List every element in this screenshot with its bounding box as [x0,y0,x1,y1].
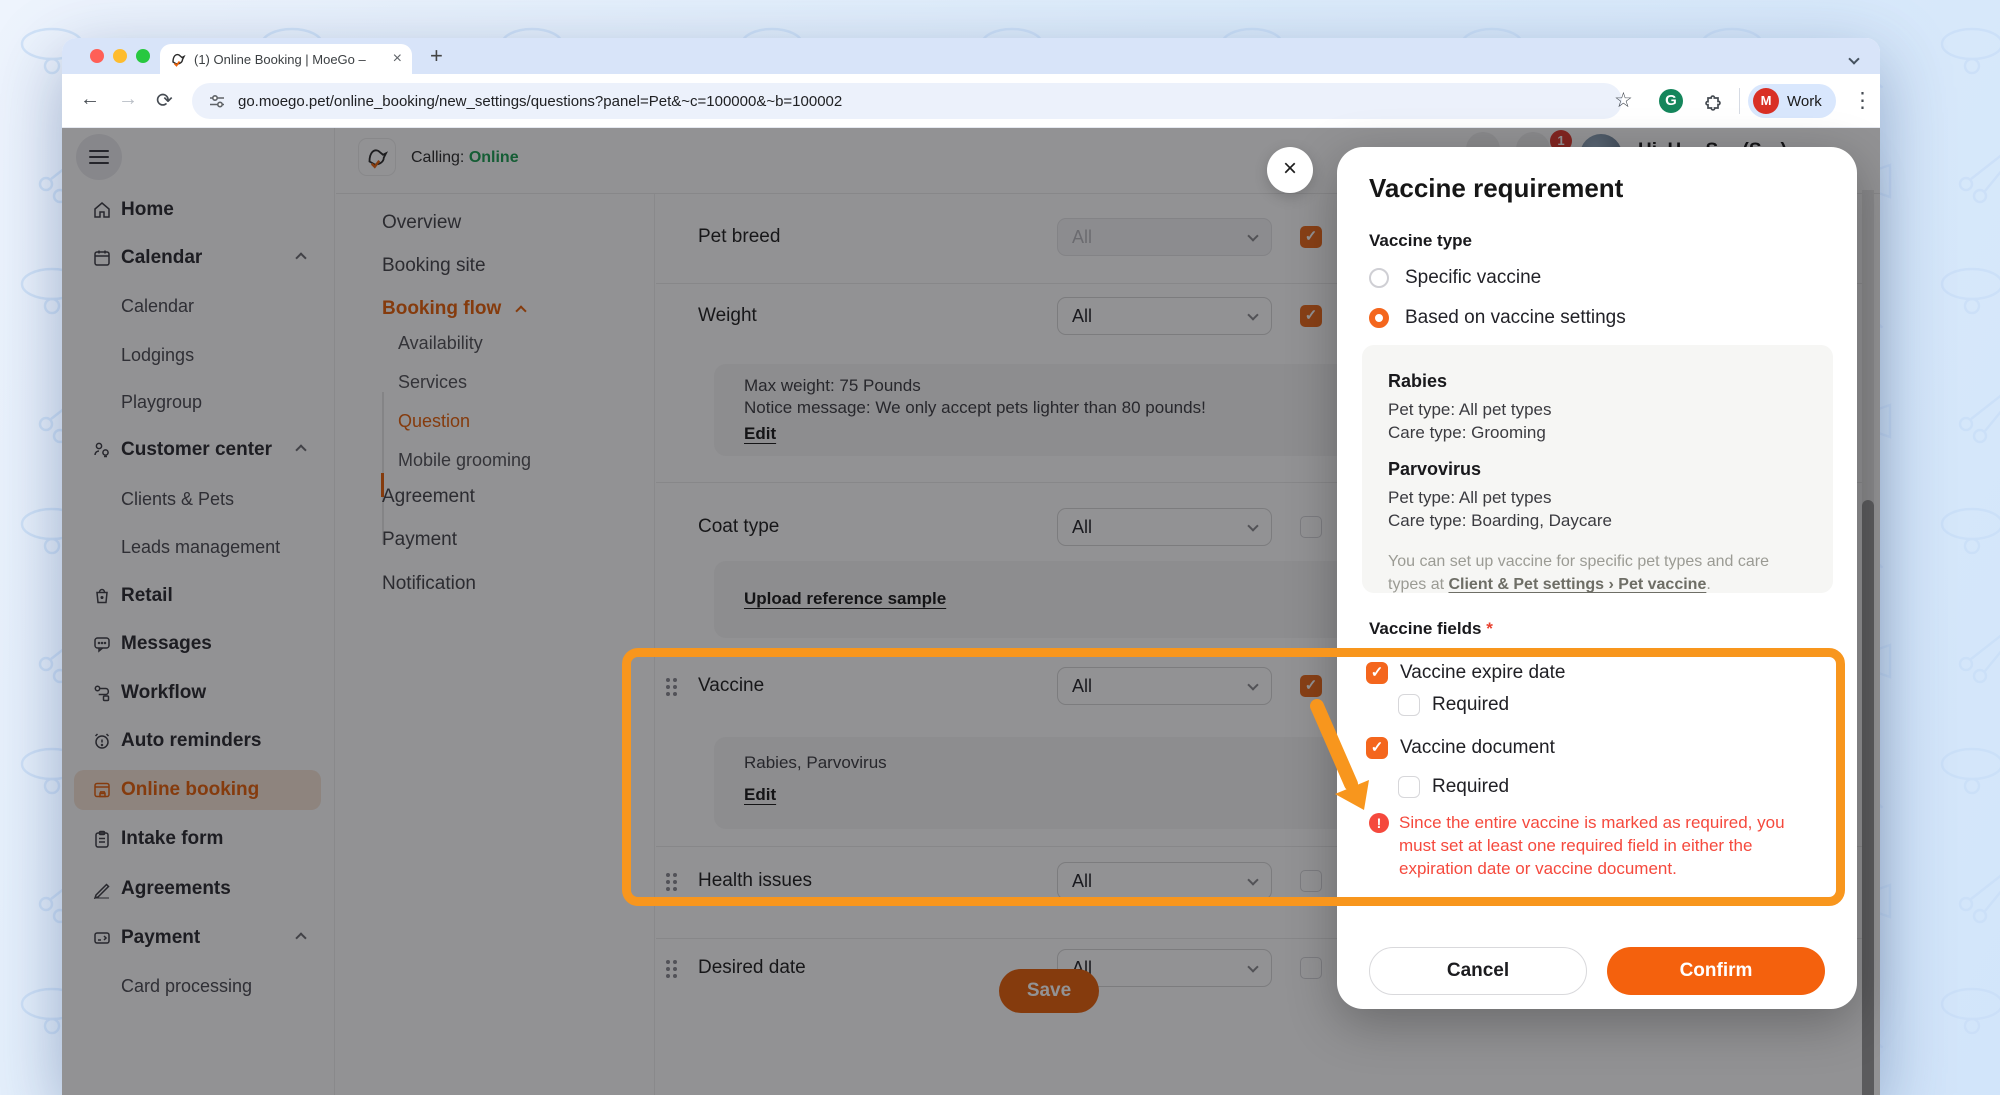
profile-avatar: M [1753,88,1779,114]
new-tab-button[interactable]: + [430,43,443,69]
vaccine-type-label: Vaccine type [1369,231,1472,251]
radio-based-on-vaccine-settings[interactable]: Based on vaccine settings [1369,307,1626,329]
annotation-highlight-box [622,648,1845,906]
window-close-button[interactable] [90,49,104,63]
site-settings-icon[interactable] [208,92,226,110]
address-bar[interactable]: go.moego.pet/online_booking/new_settings… [192,83,1622,119]
reload-icon[interactable]: ⟳ [156,88,173,113]
vaccine-settings-note: You can set up vaccine for specific pet … [1388,550,1807,596]
browser-toolbar: ← → ⟳ go.moego.pet/online_booking/new_se… [62,74,1880,128]
url-text: go.moego.pet/online_booking/new_settings… [238,93,842,110]
cancel-button[interactable]: Cancel [1369,947,1587,995]
radio-selected-icon[interactable] [1369,308,1389,328]
extensions-puzzle-icon[interactable] [1702,89,1726,113]
browser-menu-icon[interactable]: ⋮ [1852,88,1873,113]
vaccine-settings-info-box: Rabies Pet type: All pet types Care type… [1362,345,1833,593]
profile-chip[interactable]: M Work [1748,84,1836,118]
tab-strip: (1) Online Booking | MoeGo – × + [62,38,1880,74]
tab-search-chevron-icon[interactable] [1850,50,1858,68]
forward-icon[interactable]: → [118,88,138,111]
confirm-button[interactable]: Confirm [1607,947,1825,995]
vaccine-name: Parvovirus [1388,459,1807,480]
tab-title: (1) Online Booking | MoeGo – [194,52,366,67]
radio-specific-vaccine[interactable]: Specific vaccine [1369,267,1541,289]
window-zoom-button[interactable] [136,49,150,63]
annotation-arrow [1295,696,1405,846]
tab-close-icon[interactable]: × [393,51,402,67]
grammarly-extension-icon[interactable]: G [1659,89,1683,113]
vaccine-fields-label: Vaccine fields * [1369,619,1493,639]
modal-close-button[interactable]: × [1267,147,1313,193]
toolbar-separator [1739,88,1740,114]
modal-title: Vaccine requirement [1369,173,1623,204]
radio-icon[interactable] [1369,268,1389,288]
profile-name: Work [1787,93,1822,110]
window-minimize-button[interactable] [113,49,127,63]
required-asterisk: * [1486,619,1493,638]
bookmark-star-icon[interactable]: ☆ [1614,88,1633,113]
vaccine-name: Rabies [1388,371,1807,392]
back-icon[interactable]: ← [80,88,100,111]
client-pet-settings-link[interactable]: Client & Pet settings › Pet vaccine [1448,576,1706,593]
browser-tab[interactable]: (1) Online Booking | MoeGo – × [160,44,412,74]
moego-favicon [170,51,186,67]
